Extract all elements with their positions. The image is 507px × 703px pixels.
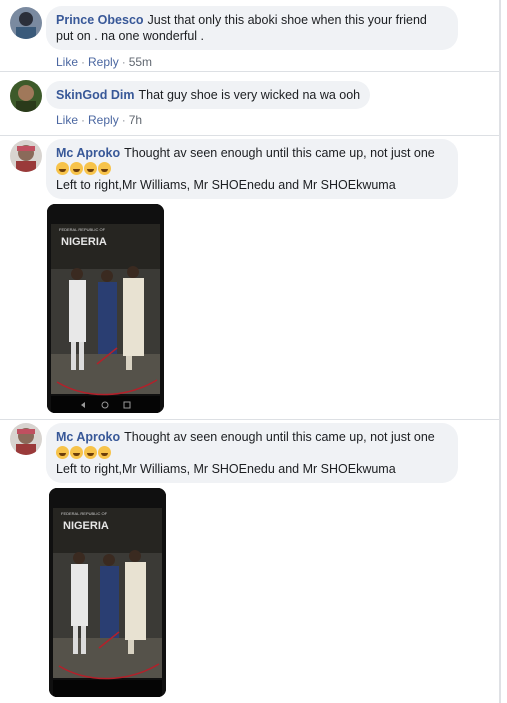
scroll-divider xyxy=(499,0,501,703)
svg-text:FEDERAL REPUBLIC OF: FEDERAL REPUBLIC OF xyxy=(59,227,106,232)
comment-bubble: Mc Aproko Thought av seen enough until th… xyxy=(46,423,458,483)
rolling-laughing-emoji-icon xyxy=(98,446,111,459)
like-link[interactable]: Like xyxy=(56,55,78,69)
comment-actions: Like · Reply · 55m xyxy=(56,55,153,69)
tired-face-emoji-icon xyxy=(70,162,83,175)
comment-bubble: Prince Obesco Just that only this aboki s… xyxy=(46,6,458,50)
comment-text: Just that only this aboki shoe when this… xyxy=(147,13,427,27)
comment-text: That guy shoe is very wicked na wa ooh xyxy=(138,88,361,102)
reply-link[interactable]: Reply xyxy=(88,113,119,127)
divider xyxy=(0,71,499,72)
comment-thread: Prince Obesco Just that only this aboki s… xyxy=(0,0,507,703)
timestamp[interactable]: 7h xyxy=(129,113,142,127)
svg-text:NIGERIA: NIGERIA xyxy=(63,520,109,532)
avatar[interactable] xyxy=(10,423,42,455)
attached-photo[interactable]: FEDERAL REPUBLIC OF NIGERIA xyxy=(47,204,164,413)
attached-photo[interactable]: FEDERAL REPUBLIC OF NIGERIA xyxy=(49,488,166,697)
avatar[interactable] xyxy=(10,80,42,112)
timestamp[interactable]: 55m xyxy=(129,55,152,69)
comment-text: Left to right,Mr Williams, Mr SHOEnedu a… xyxy=(56,178,396,192)
comment-bubble: SkinGod Dim That guy shoe is very wicked … xyxy=(46,81,371,109)
reply-link[interactable]: Reply xyxy=(88,55,119,69)
comment-text: Left to right,Mr Williams, Mr SHOEnedu a… xyxy=(56,462,396,476)
comment-text: put on . na one wonderful . xyxy=(56,29,205,43)
comment-text: Thought av seen enough until this came u… xyxy=(124,430,435,444)
svg-text:FEDERAL REPUBLIC OF: FEDERAL REPUBLIC OF xyxy=(61,511,108,516)
commenter-name[interactable]: SkinGod Dim xyxy=(56,88,134,102)
avatar[interactable] xyxy=(10,140,42,172)
rolling-laughing-emoji-icon xyxy=(84,162,97,175)
commenter-name[interactable]: Mc Aproko xyxy=(56,146,120,160)
svg-text:NIGERIA: NIGERIA xyxy=(61,236,107,248)
commenter-name[interactable]: Mc Aproko xyxy=(56,430,120,444)
comment-actions: Like · Reply · 7h xyxy=(56,113,143,127)
avatar[interactable] xyxy=(10,7,42,39)
rolling-laughing-emoji-icon xyxy=(84,446,97,459)
divider xyxy=(0,135,499,136)
divider xyxy=(0,419,499,420)
tired-face-emoji-icon xyxy=(70,446,83,459)
laughing-crying-emoji-icon xyxy=(56,446,69,459)
commenter-name[interactable]: Prince Obesco xyxy=(56,13,144,27)
comment-bubble: Mc Aproko Thought av seen enough until th… xyxy=(46,139,458,199)
like-link[interactable]: Like xyxy=(56,113,78,127)
laughing-crying-emoji-icon xyxy=(56,162,69,175)
comment-text: Thought av seen enough until this came u… xyxy=(124,146,435,160)
rolling-laughing-emoji-icon xyxy=(98,162,111,175)
